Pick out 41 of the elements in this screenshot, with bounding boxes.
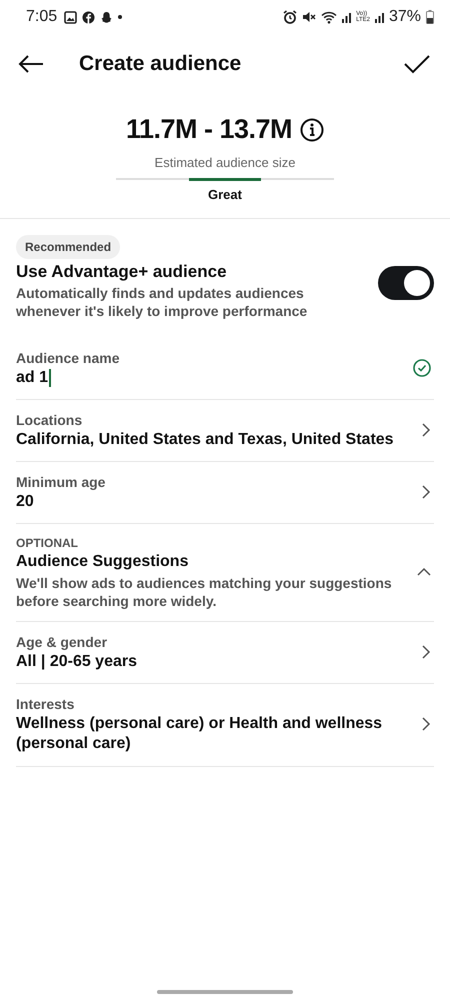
setting-label: Age & gender	[16, 633, 108, 652]
section-title: Audience Suggestions	[16, 552, 188, 572]
image-icon	[64, 10, 78, 24]
wifi-icon	[321, 10, 338, 24]
ghost-icon	[100, 10, 114, 24]
dot-icon	[118, 15, 122, 19]
section-overline: OPTIONAL	[16, 535, 78, 552]
signal-icon	[342, 11, 352, 23]
clock-time: 7:05	[26, 8, 58, 26]
setting-title: Use Advantage+ audience	[16, 262, 227, 282]
battery-percent: 37%	[388, 8, 421, 26]
audience-size: 11.7M - 13.7M	[126, 114, 292, 145]
chevron-right-icon[interactable]	[421, 485, 431, 499]
setting-value: 20	[16, 492, 34, 512]
field-label: Audience name	[16, 349, 120, 368]
section-description: We'll show ads to audiences matching your suggestions before searching more widely.	[16, 574, 393, 610]
chevron-right-icon[interactable]	[421, 423, 431, 437]
setting-value: Wellness (personal care) or Health and wellness (personal care)	[16, 714, 384, 754]
name-field[interactable]: ad 1	[16, 368, 51, 388]
checkmark-icon[interactable]	[404, 54, 430, 74]
setting-value: California, United States and Texas, United States	[16, 430, 394, 450]
chevron-right-icon[interactable]	[421, 645, 431, 659]
info-icon[interactable]	[300, 118, 324, 142]
signal-icon	[374, 11, 384, 23]
toggle-switch[interactable]	[378, 266, 434, 300]
setting-value: All | 20-65 years	[16, 652, 137, 672]
setting-description: Automatically finds and updates audiences whenever it's likely to improve performance	[16, 284, 308, 320]
back-icon[interactable]	[18, 54, 44, 74]
setting-label: Minimum age	[16, 473, 106, 492]
recommended-badge: Recommended	[16, 235, 120, 259]
meter-rating: Great	[208, 187, 242, 202]
battery-icon	[426, 10, 434, 24]
setting-label: Interests	[16, 695, 74, 714]
mute-icon	[302, 10, 316, 24]
setting-label: Locations	[16, 411, 82, 430]
circle-logo-icon	[82, 10, 96, 24]
page-title: Create audience	[79, 52, 242, 76]
alarm-icon	[283, 10, 298, 24]
chevron-up-icon[interactable]	[417, 567, 431, 577]
chevron-right-icon[interactable]	[421, 717, 431, 731]
estimate-caption: Estimated audience size	[154, 155, 296, 170]
